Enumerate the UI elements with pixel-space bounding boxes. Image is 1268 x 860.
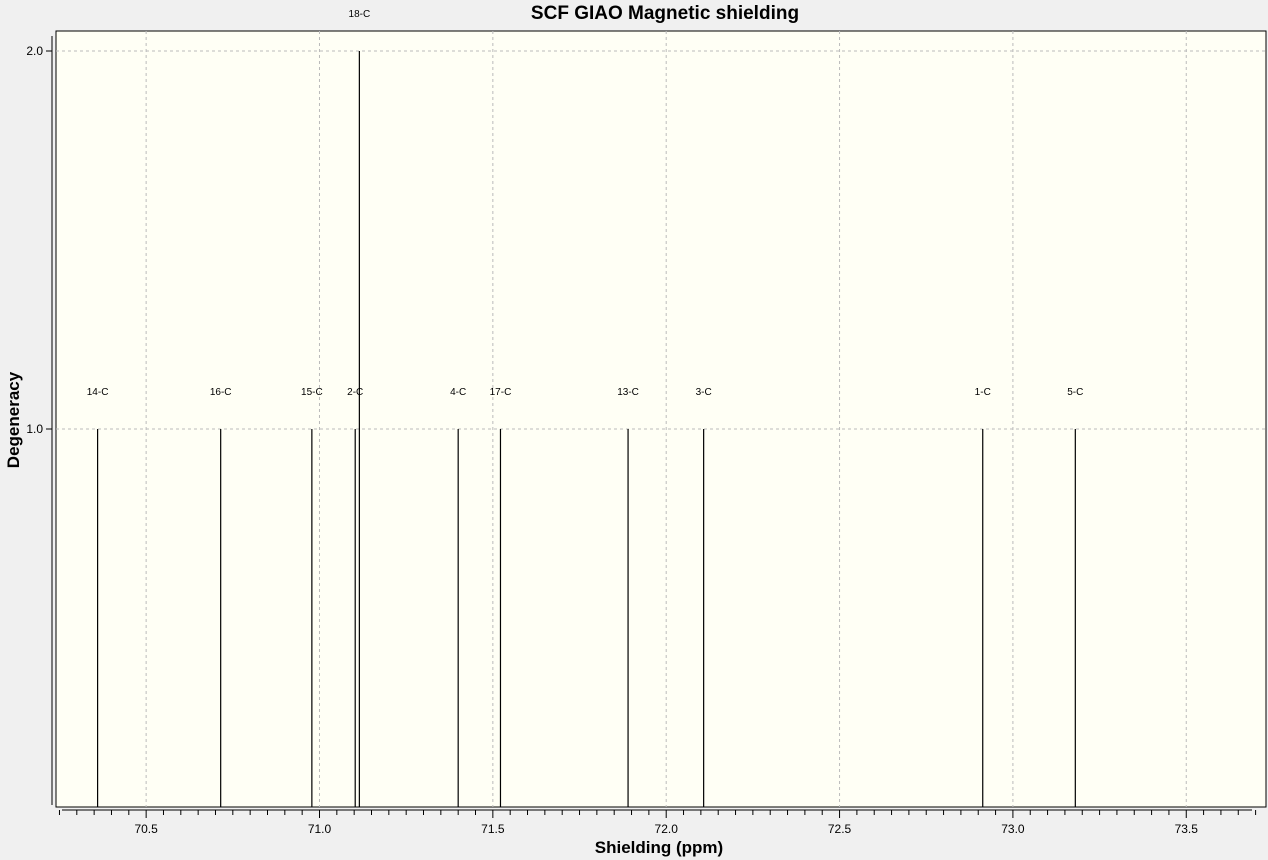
peak-label: 3-C xyxy=(696,387,712,398)
y-axis-label: Degeneracy xyxy=(4,371,23,469)
peak-label: 4-C xyxy=(450,387,466,398)
x-tick-label: 72.0 xyxy=(655,822,679,836)
peak-label: 5-C xyxy=(1067,387,1083,398)
chart-plot: 70.5 71.0 71.5 72.0 72.5 73.0 73.5 1.0 2.0 14-C 1… xyxy=(26,9,1267,836)
peak-label: 17-C xyxy=(490,387,512,398)
x-tick-label: 71.5 xyxy=(481,822,505,836)
peak-label: 13-C xyxy=(617,387,639,398)
x-axis-label: Shielding (ppm) xyxy=(594,838,724,857)
peak-label: 1-C xyxy=(975,387,991,398)
peak-label: 2-C xyxy=(347,387,363,398)
x-tick-label: 72.5 xyxy=(828,822,852,836)
plot-area xyxy=(55,30,1267,808)
y-tick-label: 2.0 xyxy=(26,44,43,58)
x-tick-label: 73.0 xyxy=(1001,822,1025,836)
peak-label: 15-C xyxy=(301,387,323,398)
x-tick-label: 73.5 xyxy=(1175,822,1199,836)
x-tick-label: 71.0 xyxy=(308,822,332,836)
peak-label: 18-C xyxy=(349,9,371,20)
y-tick-label: 1.0 xyxy=(26,422,43,436)
x-tick-label: 70.5 xyxy=(134,822,158,836)
peak-label: 14-C xyxy=(87,387,109,398)
peak-label: 16-C xyxy=(210,387,232,398)
